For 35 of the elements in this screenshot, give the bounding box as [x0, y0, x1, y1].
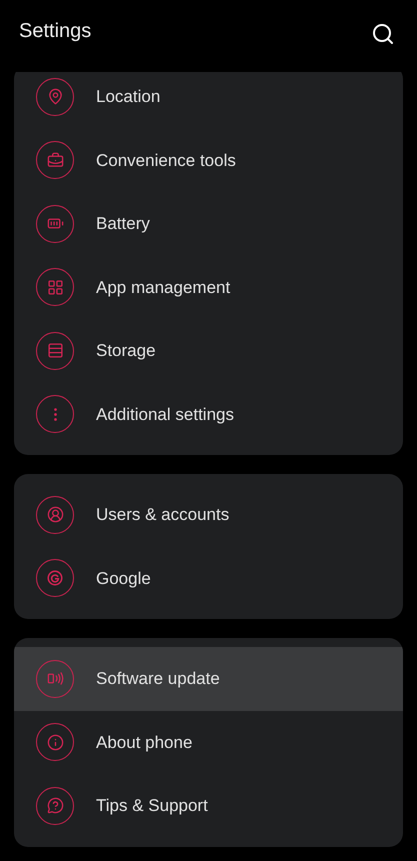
phone-signal-icon	[36, 660, 74, 698]
map-pin-icon	[36, 78, 74, 116]
item-label: App management	[96, 276, 230, 298]
settings-item[interactable]: Convenience tools	[14, 128, 403, 192]
item-label: Battery	[96, 213, 150, 235]
page-title: Settings	[19, 19, 92, 44]
storage-icon	[36, 332, 74, 370]
item-label: Users & accounts	[96, 504, 230, 526]
settings-item[interactable]: Additional settings	[14, 382, 403, 446]
item-label: Additional settings	[96, 404, 234, 426]
settings-item[interactable]: About phone	[14, 710, 403, 774]
more-icon	[36, 395, 74, 434]
settings-item[interactable]: Users & accounts	[14, 483, 403, 546]
item-label: Storage	[96, 340, 156, 362]
settings-item[interactable]: Battery	[14, 192, 403, 256]
item-label: Convenience tools	[96, 150, 236, 172]
user-icon	[36, 496, 74, 534]
settings-item[interactable]: Software update	[14, 647, 403, 710]
grid-icon	[36, 268, 74, 306]
help-icon	[36, 786, 74, 825]
google-g-icon	[36, 559, 74, 598]
item-label: Google	[96, 568, 151, 590]
item-label: Tips & Support	[96, 795, 208, 817]
search-button[interactable]	[371, 22, 395, 46]
item-label: Location	[96, 86, 160, 108]
settings-item[interactable]: App management	[14, 256, 403, 319]
settings-item[interactable]: Storage	[14, 319, 403, 382]
item-label: Software update	[96, 668, 220, 690]
battery-icon	[36, 204, 74, 243]
info-icon	[36, 723, 74, 762]
item-label: About phone	[96, 732, 192, 754]
settings-item[interactable]: Tips & Support	[14, 774, 403, 838]
settings-item[interactable]: Google	[14, 546, 403, 610]
toolbox-icon	[36, 141, 74, 180]
settings-item[interactable]: Location	[14, 72, 403, 128]
